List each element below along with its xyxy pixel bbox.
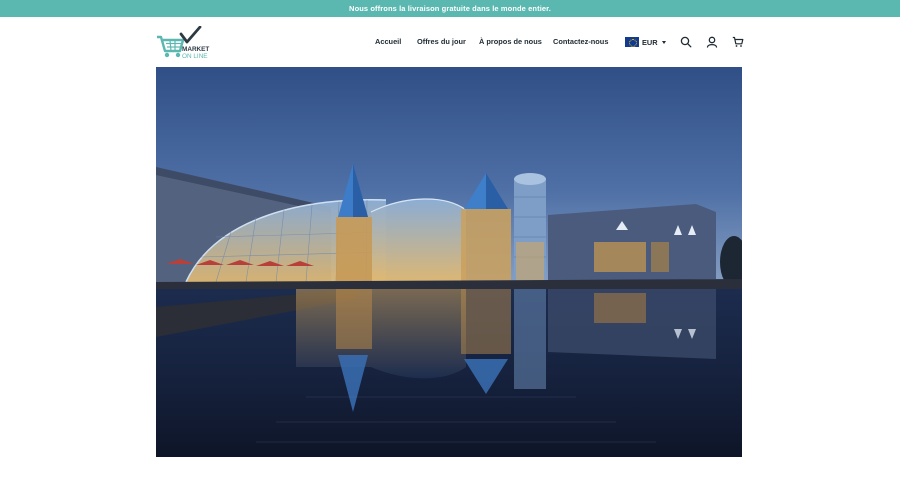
cart-button[interactable] <box>732 36 744 48</box>
nav-item-offres-du-jour[interactable]: Offres du jour <box>417 37 466 46</box>
account-button[interactable] <box>706 36 718 48</box>
currency-selector[interactable]: EUR <box>625 36 666 48</box>
currency-label: EUR <box>642 37 658 47</box>
logo-text-market: MARKET <box>182 46 210 53</box>
announcement-text: Nous offrons la livraison gratuite dans … <box>349 4 551 13</box>
cart-icon <box>732 36 744 47</box>
eu-flag-icon <box>625 37 639 47</box>
nav-item-a-propos[interactable]: À propos de nous <box>479 37 542 46</box>
site-logo[interactable]: MARKET ON LINE <box>156 26 216 60</box>
nav-item-contact[interactable]: Contactez-nous <box>553 37 608 46</box>
chevron-down-icon <box>661 40 666 44</box>
mall-reflection-photo <box>156 67 742 457</box>
logo-text-online: ON LINE <box>182 53 208 60</box>
site-header: MARKET ON LINE Accueil Offres du jour À … <box>0 17 900 67</box>
search-icon <box>680 36 692 48</box>
search-button[interactable] <box>680 36 692 48</box>
user-icon <box>706 36 718 48</box>
hero-banner-image <box>156 67 742 457</box>
announcement-bar: Nous offrons la livraison gratuite dans … <box>0 0 900 17</box>
nav-item-accueil[interactable]: Accueil <box>375 37 401 46</box>
